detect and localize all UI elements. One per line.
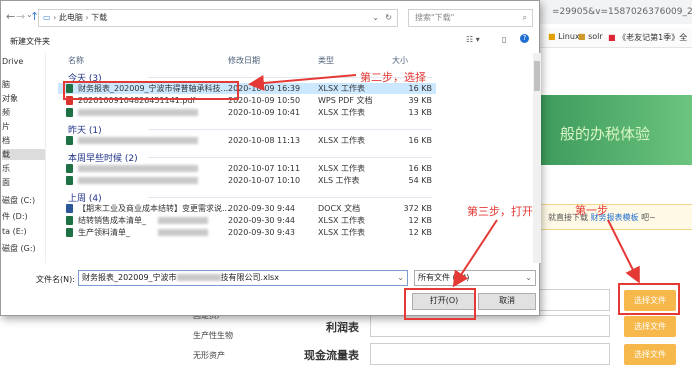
annotation-arrows: [248, 74, 640, 288]
step3-arrow: [452, 219, 498, 288]
step2-arrow: [248, 74, 357, 91]
step1-arrow: [607, 219, 640, 284]
